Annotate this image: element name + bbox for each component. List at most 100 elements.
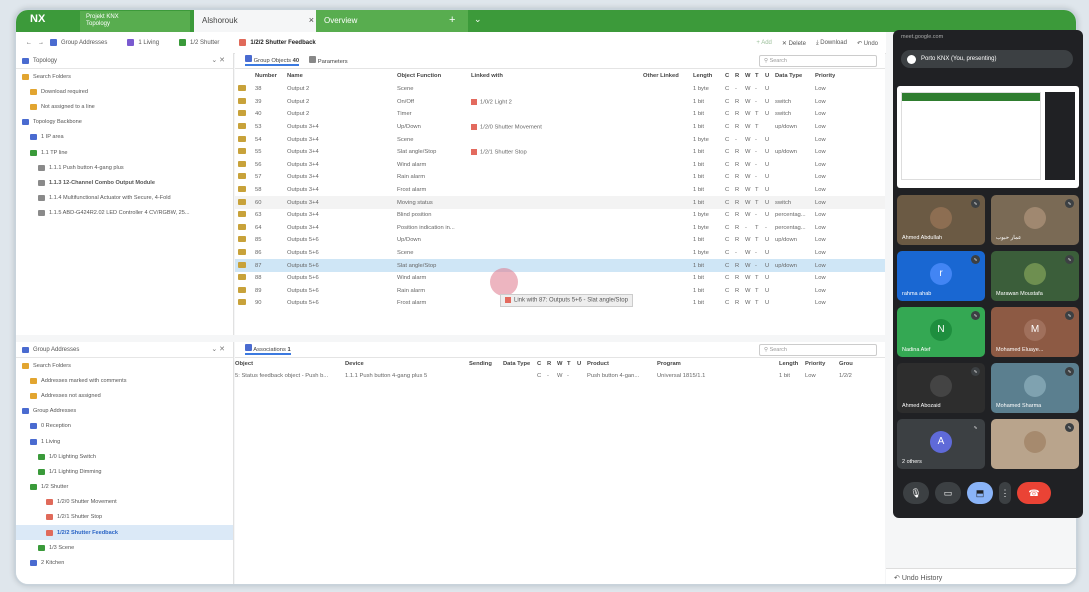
column-header[interactable]: Object: [235, 361, 345, 367]
column-header[interactable]: Grou: [839, 361, 859, 367]
column-header[interactable]: U: [765, 73, 775, 79]
camera-icon[interactable]: ▭: [935, 482, 961, 504]
tree-item[interactable]: 1/2/2 Shutter Feedback: [16, 525, 233, 541]
chevron-down-icon[interactable]: ⌄: [474, 14, 482, 25]
tree-item[interactable]: 1/2/0 Shutter Movement: [16, 495, 233, 510]
participant-tile[interactable]: ∿ Marawan Moustafa: [991, 251, 1079, 301]
close-icon[interactable]: ×: [309, 15, 314, 25]
tree-item[interactable]: Topology Backbone: [16, 115, 233, 130]
search-input[interactable]: ⚲ Search: [759, 55, 877, 67]
participant-tile[interactable]: N ∿ Nadina Atef: [897, 307, 985, 357]
table-row[interactable]: 56 Outputs 3+4 Wind alarm 1 bit C R W - U Low: [235, 159, 885, 172]
table-row[interactable]: 88 Outputs 5+6 Wind alarm 1 bit C R W T U Low: [235, 272, 885, 285]
tree-item[interactable]: 1.1.3 12-Channel Combo Output Module: [16, 175, 233, 190]
table-row[interactable]: 58 Outputs 3+4 Frost alarm 1 bit C R W T U Low: [235, 184, 885, 197]
column-header[interactable]: C: [725, 73, 735, 79]
column-header[interactable]: Priority: [805, 361, 839, 367]
column-header[interactable]: W: [745, 73, 755, 79]
column-header[interactable]: T: [567, 361, 577, 367]
participant-tile[interactable]: ∿ عمار حبوب: [991, 195, 1079, 245]
column-header[interactable]: Product: [587, 361, 657, 367]
tree-item[interactable]: 1/2 Shutter: [16, 480, 233, 495]
table-row[interactable]: 53 Outputs 3+4 Up/Down 1/2/0 Shutter Moveme…: [235, 121, 885, 134]
column-header[interactable]: Device: [345, 361, 469, 367]
tab-overview[interactable]: Overview: [316, 10, 468, 32]
tab-associations[interactable]: Associations 1: [245, 344, 291, 355]
column-header[interactable]: U: [577, 361, 587, 367]
undo-history[interactable]: ↶ Undo History: [886, 568, 1076, 584]
column-header[interactable]: Number: [255, 73, 287, 79]
column-header[interactable]: T: [755, 73, 765, 79]
project-tab[interactable]: Projekt KNX Topology: [80, 11, 190, 32]
column-header[interactable]: Priority: [815, 73, 835, 79]
column-header[interactable]: R: [735, 73, 745, 79]
participant-tile[interactable]: ∿ Mohamed Sharma: [991, 363, 1079, 413]
download-button[interactable]: ⤓ Download: [816, 40, 847, 47]
tree-item[interactable]: Group Addresses: [16, 404, 233, 419]
table-row[interactable]: 86 Outputs 5+6 Scene 1 byte C - W - U Low: [235, 247, 885, 260]
mic-icon[interactable]: 🎙: [903, 482, 929, 504]
tab-parameters[interactable]: Parameters: [309, 56, 348, 65]
undo-button[interactable]: ↶ Undo: [857, 40, 878, 47]
tab-alshorouk[interactable]: Alshorouk ×: [194, 10, 322, 32]
participant-tile[interactable]: ∿: [991, 419, 1079, 469]
tree-item[interactable]: 1.1 TP line: [16, 145, 233, 160]
tree-item[interactable]: 1.1.4 Multifunctional Actuator with Secu…: [16, 191, 233, 206]
tree-item[interactable]: Download required: [16, 84, 233, 99]
add-button[interactable]: + Add: [756, 40, 772, 46]
tree-item[interactable]: 1 IP area: [16, 130, 233, 145]
column-header[interactable]: Length: [779, 361, 805, 367]
tree-item[interactable]: Addresses marked with comments: [16, 373, 233, 388]
tree-item[interactable]: Search Folders: [16, 358, 233, 373]
more-icon[interactable]: ⋮: [999, 482, 1011, 504]
participant-tile[interactable]: ∿ Ahmed Abozaid: [897, 363, 985, 413]
column-header[interactable]: C: [537, 361, 547, 367]
table-row[interactable]: 87 Outputs 5+6 Slat angle/Stop 1 bit C R W - Uup…: [235, 259, 885, 272]
tree-item[interactable]: Not assigned to a line: [16, 99, 233, 114]
delete-button[interactable]: ✕ Delete: [782, 40, 806, 47]
column-header[interactable]: Name: [287, 73, 397, 79]
table-row[interactable]: 63 Outputs 3+4 Blind position 1 byte C R W - Upe…: [235, 209, 885, 222]
column-header[interactable]: Data Type: [775, 73, 815, 79]
table-row[interactable]: 54 Outputs 3+4 Scene 1 byte C - W - U Low: [235, 133, 885, 146]
crumb-shutter[interactable]: 1/2 Shutter: [179, 39, 219, 46]
tree-item[interactable]: Search Folders: [16, 69, 233, 84]
crumb-shutter-feedback[interactable]: 1/2/2 Shutter Feedback: [239, 39, 316, 46]
crumb-living[interactable]: 1 Living: [127, 39, 159, 46]
hangup-icon[interactable]: ☎: [1017, 482, 1051, 504]
tree-item[interactable]: 1.1.1 Push button 4-gang plus: [16, 160, 233, 175]
add-tab-icon[interactable]: +: [449, 14, 455, 26]
tree-item[interactable]: 1 Living: [16, 434, 233, 449]
column-header[interactable]: Data Type: [503, 361, 537, 367]
participant-tile[interactable]: ∿ Ahmed Abdullah: [897, 195, 985, 245]
table-row[interactable]: 57 Outputs 3+4 Rain alarm 1 bit C R W - U Low: [235, 171, 885, 184]
column-header[interactable]: Program: [657, 361, 779, 367]
table-row[interactable]: 39 Output 2 On/Off 1/0/2 Light 2 1 bit C R W - Us…: [235, 96, 885, 109]
column-header[interactable]: R: [547, 361, 557, 367]
column-header[interactable]: Linked with: [471, 73, 643, 79]
forward-icon[interactable]: →: [38, 40, 44, 46]
participant-tile[interactable]: r ∿ rahma ahab: [897, 251, 985, 301]
tree-item[interactable]: 1.1.5 ABD-G424R2.02 LED Controller 4 CV/…: [16, 206, 233, 221]
crumb-group-addresses[interactable]: Group Addresses: [50, 39, 107, 46]
tree-item[interactable]: 1/0 Lighting Switch: [16, 449, 233, 464]
table-row[interactable]: 64 Outputs 3+4 Position indication in... 1 …: [235, 222, 885, 235]
tab-group-objects[interactable]: Group Objects 40: [245, 55, 300, 66]
tree-item[interactable]: 1/1 Lighting Dimming: [16, 464, 233, 479]
table-row[interactable]: 55 Outputs 3+4 Slat angle/Stop 1/2/1 Shutte…: [235, 146, 885, 159]
table-row[interactable]: 60 Outputs 3+4 Moving status 1 bit C R W T Uswit…: [235, 196, 885, 209]
column-header[interactable]: Object Function: [397, 73, 471, 79]
table-row[interactable]: 5: Status feedback object - Push b... 1.1…: [235, 370, 885, 382]
tree-item[interactable]: 2 Kitchen: [16, 555, 233, 570]
tree-item[interactable]: Addresses not assigned: [16, 388, 233, 403]
panel-controls[interactable]: ⌄ ✕: [211, 56, 225, 64]
column-header[interactable]: Length: [693, 73, 725, 79]
table-row[interactable]: 38 Output 2 Scene 1 byte C - W - U Low: [235, 83, 885, 96]
participant-tile[interactable]: M ∿ Mohamed Eluaye...: [991, 307, 1079, 357]
tree-item[interactable]: 1/2/1 Shutter Stop: [16, 510, 233, 525]
participant-tile[interactable]: A ∿ 2 others: [897, 419, 985, 469]
back-icon[interactable]: ←: [26, 40, 32, 46]
panel-controls[interactable]: ⌄ ✕: [211, 345, 225, 353]
presenting-bar[interactable]: Porto KNX (You, presenting): [901, 50, 1073, 68]
table-row[interactable]: 40 Output 2 Timer 1 bit C R W T Uswitch Low: [235, 108, 885, 121]
